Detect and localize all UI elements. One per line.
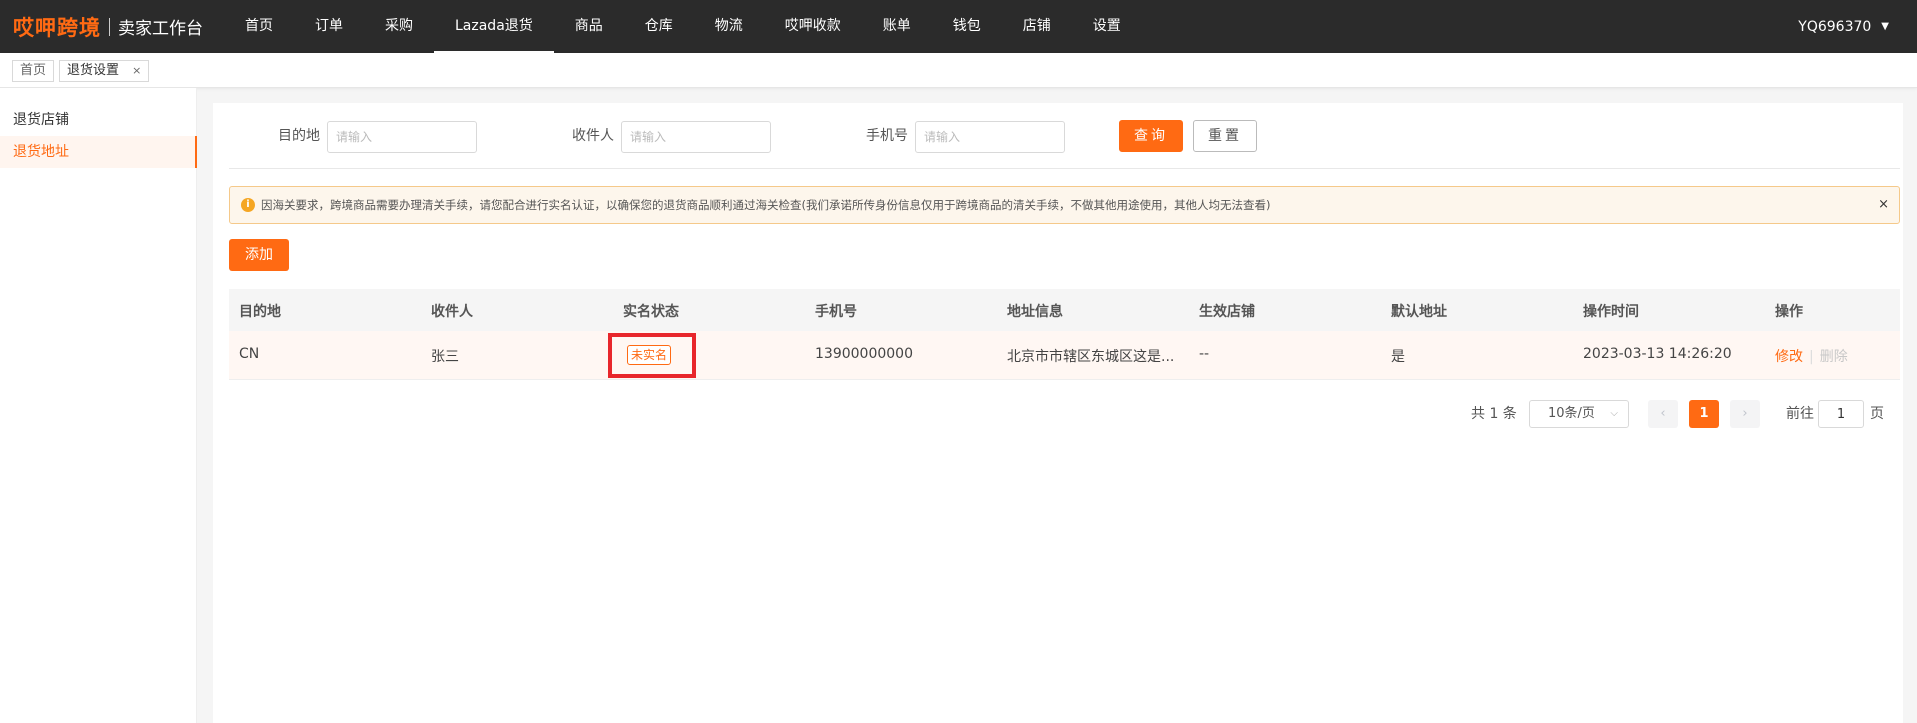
caret-down-icon: ▼ <box>1881 21 1889 32</box>
close-icon[interactable]: × <box>132 64 141 77</box>
tab-return-settings[interactable]: 退货设置 × <box>59 60 150 82</box>
goto-page-input[interactable] <box>1818 400 1864 428</box>
page-size-select[interactable]: 10条/页 ⌵ <box>1529 400 1629 428</box>
column-header-actions: 操作 <box>1775 304 1803 320</box>
tab-home[interactable]: 首页 <box>12 60 55 82</box>
nav-item-orders[interactable]: 订单 <box>294 0 364 53</box>
nav-item-logistics[interactable]: 物流 <box>694 0 764 53</box>
cell-phone: 13900000000 <box>815 346 913 362</box>
nav-item-products[interactable]: 商品 <box>554 0 624 53</box>
status-badge[interactable]: 未实名 <box>627 345 672 365</box>
action-separator: | <box>1809 349 1814 365</box>
add-address-button[interactable]: 添加 <box>229 239 289 271</box>
logo[interactable]: 哎呷跨境 卖家工作台 <box>13 0 203 53</box>
cell-actions: 修改 | 删除 <box>1775 346 1848 366</box>
query-button[interactable]: 查询 <box>1119 120 1183 152</box>
sidebar-item-return-stores[interactable]: 退货店铺 <box>0 104 197 136</box>
alert-message: 因海关要求，跨境商品需要办理清关手续，请您配合进行实名认证，以确保您的退货商品顺… <box>261 198 1271 212</box>
address-table: 目的地 收件人 实名状态 手机号 地址信息 生效店铺 默认地址 操作时间 操作 … <box>229 289 1900 380</box>
column-header-address: 地址信息 <box>1007 304 1063 320</box>
workbench-title: 卖家工作台 <box>118 19 203 39</box>
info-icon: i <box>241 198 255 212</box>
column-header-default-address: 默认地址 <box>1391 304 1447 320</box>
cell-operation-time: 2023-03-13 14:26:20 <box>1583 346 1732 362</box>
goto-label: 前往 <box>1786 406 1814 422</box>
destination-label: 目的地 <box>278 128 320 144</box>
phone-label: 手机号 <box>866 128 908 144</box>
sidebar-item-return-address[interactable]: 退货地址 <box>0 136 197 168</box>
nav-item-wallet[interactable]: 钱包 <box>932 0 1002 53</box>
nav-item-lazada-returns[interactable]: Lazada退货 <box>434 0 554 53</box>
logo-divider <box>109 17 110 36</box>
edit-link[interactable]: 修改 <box>1775 349 1803 365</box>
nav-item-stores[interactable]: 店铺 <box>1002 0 1072 53</box>
table-header: 目的地 收件人 实名状态 手机号 地址信息 生效店铺 默认地址 操作时间 操作 <box>229 289 1900 331</box>
cell-active-store: -- <box>1199 346 1210 362</box>
tab-label: 首页 <box>20 63 47 78</box>
nav-item-warehouse[interactable]: 仓库 <box>624 0 694 53</box>
phone-input[interactable] <box>915 121 1065 153</box>
nav-item-settings[interactable]: 设置 <box>1072 0 1142 53</box>
destination-input[interactable] <box>327 121 477 153</box>
cell-destination: CN <box>239 346 260 362</box>
column-header-verification-status: 实名状态 <box>623 304 679 320</box>
sidebar: 退货店铺 退货地址 <box>0 88 197 723</box>
nav-item-home[interactable]: 首页 <box>224 0 294 53</box>
page-tabs-bar: 首页 退货设置 × <box>0 53 1917 88</box>
customs-notice-alert: i 因海关要求，跨境商品需要办理清关手续，请您配合进行实名认证，以确保您的退货商… <box>229 186 1900 224</box>
prev-page-button[interactable]: ‹ <box>1648 400 1678 428</box>
recipient-label: 收件人 <box>572 128 614 144</box>
chevron-down-icon: ⌵ <box>1610 408 1618 419</box>
tab-label: 退货设置 <box>67 63 120 78</box>
column-header-active-store: 生效店铺 <box>1199 304 1255 320</box>
close-icon[interactable]: × <box>1878 197 1889 212</box>
brand-name: 哎呷跨境 <box>13 15 101 40</box>
column-header-recipient: 收件人 <box>431 304 473 320</box>
nav-item-payments[interactable]: 哎呷收款 <box>764 0 862 53</box>
pagination-total: 共 1 条 <box>1471 406 1517 422</box>
main-nav: 首页 订单 采购 Lazada退货 商品 仓库 物流 哎呷收款 账单 钱包 店铺… <box>224 0 1142 53</box>
top-navigation-bar: 哎呷跨境 卖家工作台 首页 订单 采购 Lazada退货 商品 仓库 物流 哎呷… <box>0 0 1917 53</box>
page-size-value: 10条/页 <box>1548 406 1595 421</box>
cell-address: 北京市市辖区东城区这是... <box>1007 349 1175 365</box>
cell-default-address: 是 <box>1391 349 1405 365</box>
delete-link[interactable]: 删除 <box>1820 349 1848 365</box>
next-page-button[interactable]: › <box>1730 400 1760 428</box>
column-header-operation-time: 操作时间 <box>1583 304 1639 320</box>
goto-suffix: 页 <box>1870 406 1884 422</box>
username: YQ696370 <box>1798 18 1872 35</box>
recipient-input[interactable] <box>621 121 771 153</box>
filter-divider <box>229 168 1900 169</box>
reset-button[interactable]: 重置 <box>1193 120 1257 152</box>
cell-recipient: 张三 <box>431 349 459 365</box>
main-panel: 目的地 收件人 手机号 查询 重置 i 因海关要求，跨境商品需要办理清关手续，请… <box>213 103 1903 723</box>
column-header-phone: 手机号 <box>815 304 857 320</box>
nav-item-purchase[interactable]: 采购 <box>364 0 434 53</box>
column-header-destination: 目的地 <box>239 304 281 320</box>
page-number-1[interactable]: 1 <box>1689 400 1719 428</box>
table-row: CN 张三 未实名 13900000000 北京市市辖区东城区这是... -- … <box>229 331 1900 380</box>
cell-verification-status: 未实名 <box>627 345 672 365</box>
user-menu[interactable]: YQ696370 ▼ <box>1798 0 1889 53</box>
nav-item-bills[interactable]: 账单 <box>862 0 932 53</box>
